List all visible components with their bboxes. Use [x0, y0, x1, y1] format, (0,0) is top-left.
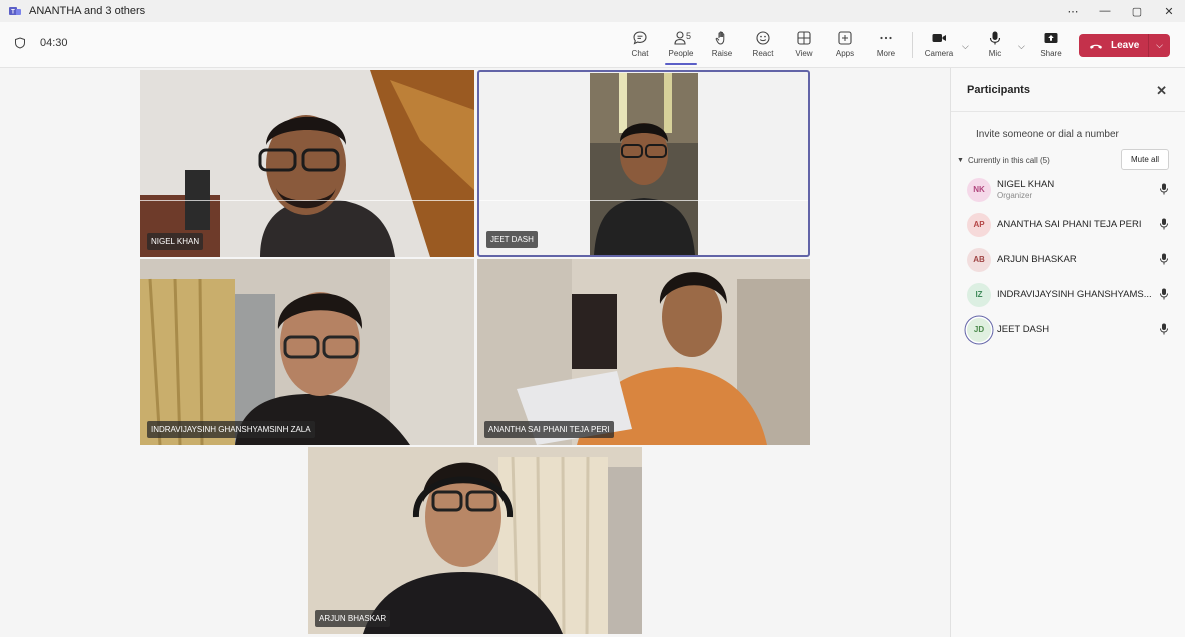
- toolbar-divider: [912, 32, 913, 58]
- participant-name: JEET DASH: [997, 324, 1050, 335]
- participant-video: [590, 73, 698, 255]
- participant-row[interactable]: AP ANANTHA SAI PHANI TEJA PERI: [951, 207, 1185, 242]
- participant-name: ARJUN BHASKAR: [997, 254, 1077, 265]
- apps-label: Apps: [835, 49, 855, 58]
- participants-panel: Participants ✕ Invite someone or dial a …: [950, 68, 1185, 637]
- microphone-icon[interactable]: [1159, 288, 1169, 300]
- mic-button[interactable]: Mic: [976, 30, 1014, 58]
- raise-label: Raise: [711, 49, 733, 58]
- camera-button[interactable]: Camera: [920, 30, 958, 58]
- avatar-speaking: JD: [967, 317, 991, 342]
- panel-title: Participants: [967, 83, 1030, 96]
- tile-divider-line: [479, 200, 808, 201]
- ellipsis-icon: [880, 36, 892, 40]
- apps-button[interactable]: Apps: [826, 30, 864, 58]
- leave-main[interactable]: Leave: [1079, 34, 1149, 57]
- panel-header: Participants ✕: [951, 68, 1185, 112]
- microphone-icon[interactable]: [1159, 323, 1169, 335]
- raise-hand-button[interactable]: Raise: [703, 30, 741, 58]
- title-bar: T ANANTHA and 3 others ⋯ — ▢ ✕: [0, 0, 1185, 22]
- camera-label: Camera: [924, 49, 954, 58]
- section-label: Currently in this call (5): [967, 155, 1050, 165]
- video-stage: NIGEL KHAN JEET DASH INDRAVIJAYSINH GHAN…: [0, 68, 950, 637]
- minimize-button[interactable]: —: [1089, 0, 1121, 22]
- tile-divider-line: [140, 200, 474, 201]
- leave-button[interactable]: Leave ⌵: [1079, 34, 1170, 57]
- share-screen-icon: [1044, 33, 1058, 43]
- hang-up-icon: [1090, 44, 1102, 49]
- tile-name-label: ARJUN BHASKAR: [315, 610, 391, 627]
- participant-name: ANANTHA SAI PHANI TEJA PERI: [997, 219, 1142, 230]
- share-button[interactable]: Share: [1032, 30, 1070, 58]
- video-tile-active-speaker[interactable]: JEET DASH: [477, 70, 810, 257]
- react-button[interactable]: React: [744, 30, 782, 58]
- svg-text:T: T: [11, 10, 15, 16]
- participant-row[interactable]: AB ARJUN BHASKAR: [951, 242, 1185, 277]
- share-label: Share: [1040, 49, 1062, 58]
- react-label: React: [752, 49, 774, 58]
- hand-icon: [715, 31, 725, 45]
- people-count: 5: [686, 31, 692, 41]
- shield-icon: [15, 37, 25, 49]
- microphone-icon[interactable]: [1159, 253, 1169, 265]
- meeting-timer: 04:30: [14, 37, 68, 49]
- video-tile[interactable]: NIGEL KHAN: [140, 70, 474, 257]
- grid-view-icon: [797, 31, 811, 45]
- participant-row[interactable]: NK NIGEL KHAN Organizer: [951, 172, 1185, 207]
- video-tile[interactable]: ARJUN BHASKAR: [308, 447, 642, 634]
- participant-video: [477, 259, 810, 445]
- mic-label: Mic: [988, 49, 1002, 58]
- chat-label: Chat: [631, 49, 649, 58]
- more-button[interactable]: More: [867, 30, 905, 58]
- tile-name-label: NIGEL KHAN: [147, 233, 204, 250]
- mute-all-button[interactable]: Mute all: [1120, 149, 1169, 170]
- participant-video: [308, 447, 642, 634]
- add-app-icon: [838, 31, 852, 45]
- more-label: More: [876, 49, 896, 58]
- participant-name: NIGEL KHAN: [997, 179, 1055, 190]
- teams-logo-icon: T: [9, 7, 21, 16]
- participant-video: [140, 70, 474, 257]
- chat-icon: [633, 31, 647, 45]
- camera-icon: [932, 34, 946, 42]
- participant-role: Organizer: [997, 191, 1033, 200]
- in-call-section-header[interactable]: ▼ Currently in this call (5) Mute all: [951, 148, 1185, 172]
- close-window-button[interactable]: ✕: [1153, 0, 1185, 22]
- participant-video: [140, 259, 474, 445]
- collapse-triangle-icon: ▼: [957, 156, 964, 164]
- tile-name-label: JEET DASH: [486, 231, 538, 248]
- invite-input[interactable]: Invite someone or dial a number: [976, 129, 1185, 140]
- view-label: View: [795, 49, 813, 58]
- leave-options-chevron-icon[interactable]: ⌵: [1149, 40, 1170, 51]
- meeting-toolbar: 04:30 Chat 5 People Raise React View App…: [0, 22, 1185, 68]
- leave-label: Leave: [1111, 40, 1140, 51]
- people-label: People: [668, 49, 694, 58]
- maximize-button[interactable]: ▢: [1121, 0, 1153, 22]
- microphone-icon[interactable]: [1159, 218, 1169, 230]
- avatar: IZ: [967, 282, 991, 307]
- chat-button[interactable]: Chat: [621, 30, 659, 58]
- camera-options-chevron-icon[interactable]: ⌵: [962, 41, 969, 52]
- avatar: AP: [967, 212, 991, 237]
- participant-row[interactable]: IZ INDRAVIJAYSINH GHANSHYAMS...: [951, 277, 1185, 312]
- avatar: NK: [967, 177, 991, 202]
- smiley-icon: [756, 31, 770, 45]
- tile-name-label: INDRAVIJAYSINH GHANSHYAMSINH ZALA: [147, 421, 315, 438]
- window-title: ANANTHA and 3 others: [29, 5, 146, 17]
- participant-row[interactable]: JD JEET DASH: [951, 312, 1185, 347]
- video-tile[interactable]: INDRAVIJAYSINH GHANSHYAMSINH ZALA: [140, 259, 474, 445]
- timer-text: 04:30: [40, 37, 68, 49]
- tile-name-label: ANANTHA SAI PHANI TEJA PERI: [484, 421, 614, 438]
- close-panel-icon[interactable]: ✕: [1156, 83, 1167, 99]
- participant-name: INDRAVIJAYSINH GHANSHYAMS...: [997, 289, 1152, 300]
- video-tile[interactable]: ANANTHA SAI PHANI TEJA PERI: [477, 259, 810, 445]
- active-tab-indicator: [665, 63, 697, 65]
- people-button[interactable]: 5 People: [662, 30, 700, 65]
- microphone-icon[interactable]: [1159, 183, 1169, 195]
- more-options-icon[interactable]: ⋯: [1057, 0, 1089, 22]
- microphone-icon: [989, 31, 1001, 45]
- mic-options-chevron-icon[interactable]: ⌵: [1018, 41, 1025, 52]
- view-button[interactable]: View: [785, 30, 823, 58]
- avatar: AB: [967, 247, 991, 272]
